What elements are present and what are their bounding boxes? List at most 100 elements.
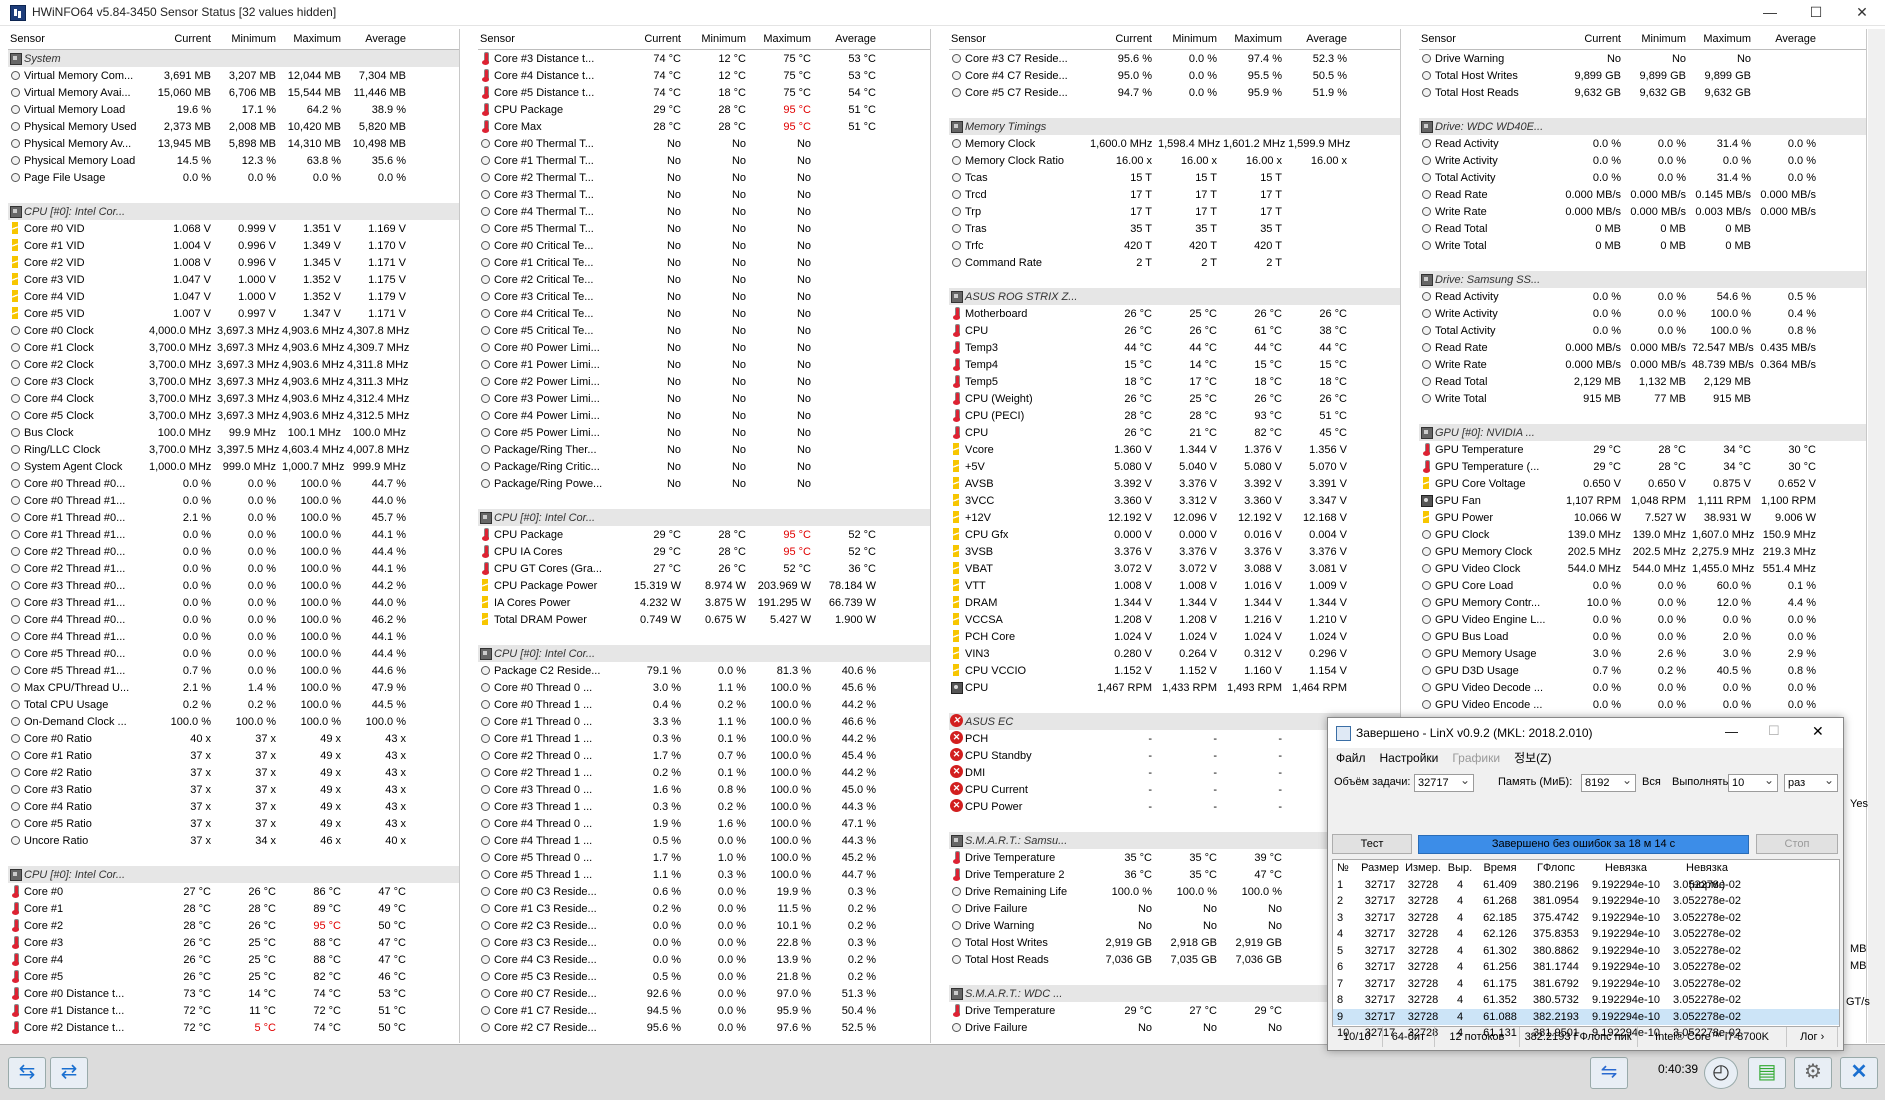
- column-header-average[interactable]: Average: [1288, 29, 1353, 49]
- results-row[interactable]: 2 32717 32728 4 61.268 381.0954 9.192294e-10 3.…: [1333, 893, 1839, 910]
- column-header-sensor[interactable]: Sensor: [478, 29, 619, 49]
- sensor-row[interactable]: Core #1 Clock 3,700.0 MHz 3,697.3 MHz 4,903…: [8, 339, 459, 356]
- column-header-maximum[interactable]: Maximum: [282, 29, 347, 49]
- sensor-row[interactable]: IA Cores Power 4.232 W 3.875 W 191.295 W 66.…: [478, 594, 930, 611]
- sensor-row[interactable]: Core Max 28 °C 28 °C 95 °C 51 °C: [478, 118, 930, 135]
- sensor-row[interactable]: GPU Core Load 0.0 % 0.0 % 60.0 % 0.1 %: [1419, 577, 1866, 594]
- sensor-group-header[interactable]: GPU [#0]: NVIDIA ...: [1419, 424, 1866, 441]
- sensor-row[interactable]: GPU Memory Contr... 10.0 % 0.0 % 12.0 % 4.4 …: [1419, 594, 1866, 611]
- sensor-row[interactable]: Core #2 28 °C 26 °C 95 °C 50 °C: [8, 917, 459, 934]
- sensor-row[interactable]: CPU Gfx 0.000 V 0.000 V 0.016 V 0.004 V: [949, 526, 1400, 543]
- sensor-row[interactable]: CPU (PECI) 28 °C 28 °C 93 °C 51 °C: [949, 407, 1400, 424]
- sensor-row[interactable]: Core #3 VID 1.047 V 1.000 V 1.352 V 1.175 V: [8, 271, 459, 288]
- test-button[interactable]: Тест: [1332, 834, 1412, 854]
- sensor-row[interactable]: Write Total 915 MB 77 MB 915 MB: [1419, 390, 1866, 407]
- sensor-row[interactable]: Core #0 Power Limi... No No No: [478, 339, 930, 356]
- sensor-row[interactable]: Core #0 Thermal T... No No No: [478, 135, 930, 152]
- sensor-row[interactable]: AVSB 3.392 V 3.376 V 3.392 V 3.391 V: [949, 475, 1400, 492]
- sensor-row[interactable]: Core #0 Distance t... 73 °C 14 °C 74 °C 53 °…: [8, 985, 459, 1002]
- sensor-row[interactable]: GPU Video Decode ... 0.0 % 0.0 % 0.0 % 0.0 %: [1419, 679, 1866, 696]
- sensor-row[interactable]: PCH Core 1.024 V 1.024 V 1.024 V 1.024 V: [949, 628, 1400, 645]
- settings-gear-icon[interactable]: ⚙: [1794, 1057, 1832, 1089]
- close-button[interactable]: ✕: [1839, 0, 1885, 25]
- sensor-row[interactable]: Core #5 Thermal T... No No No: [478, 220, 930, 237]
- sensor-row[interactable]: Package/Ring Ther... No No No: [478, 441, 930, 458]
- column-header-current[interactable]: Current: [149, 29, 217, 49]
- sensor-row[interactable]: Read Total 0 MB 0 MB 0 MB: [1419, 220, 1866, 237]
- sensor-row[interactable]: Core #2 Clock 3,700.0 MHz 3,697.3 MHz 4,903…: [8, 356, 459, 373]
- sensor-row[interactable]: Core #1 Power Limi... No No No: [478, 356, 930, 373]
- linx-close-button[interactable]: ✕: [1812, 723, 1824, 740]
- sensor-row[interactable]: CPU Package 29 °C 28 °C 95 °C 51 °C: [478, 101, 930, 118]
- sensor-row[interactable]: Core #3 Distance t... 74 °C 12 °C 75 °C 53 °…: [478, 50, 930, 67]
- sensor-row[interactable]: Core #2 Critical Te... No No No: [478, 271, 930, 288]
- column-header-average[interactable]: Average: [1757, 29, 1822, 49]
- sensor-row[interactable]: Ring/LLC Clock 3,700.0 MHz 3,397.5 MHz 4,60…: [8, 441, 459, 458]
- sensor-row[interactable]: Core #5 Critical Te... No No No: [478, 322, 930, 339]
- sensor-row[interactable]: Total CPU Usage 0.2 % 0.2 % 100.0 % 44.5 %: [8, 696, 459, 713]
- sensor-row[interactable]: Core #5 Distance t... 74 °C 18 °C 75 °C 54 °…: [478, 84, 930, 101]
- column-header-minimum[interactable]: Minimum: [217, 29, 282, 49]
- sensor-row[interactable]: Core #0 Thread #0... 0.0 % 0.0 % 100.0 % 44.…: [8, 475, 459, 492]
- minimize-button[interactable]: —: [1747, 0, 1793, 25]
- sensor-group-header[interactable]: System: [8, 50, 459, 67]
- sensor-row[interactable]: Virtual Memory Com... 3,691 MB 3,207 MB 12,…: [8, 67, 459, 84]
- sensor-row[interactable]: Core #1 Critical Te... No No No: [478, 254, 930, 271]
- sensor-row[interactable]: Core #5 Thread 0 ... 1.7 % 1.0 % 100.0 % 45.…: [478, 849, 930, 866]
- column-header-sensor[interactable]: Sensor: [1419, 29, 1560, 49]
- sensor-row[interactable]: Core #0 Thread #1... 0.0 % 0.0 % 100.0 % 44.…: [8, 492, 459, 509]
- sensor-group-header[interactable]: CPU [#0]: Intel Cor...: [478, 645, 930, 662]
- add-log-icon[interactable]: ▤: [1748, 1057, 1786, 1089]
- sensor-row[interactable]: Core #2 Thread 0 ... 1.7 % 0.7 % 100.0 % 45.…: [478, 747, 930, 764]
- sensor-row[interactable]: 3VSB 3.376 V 3.376 V 3.376 V 3.376 V: [949, 543, 1400, 560]
- sensor-row[interactable]: Core #2 C7 Reside... 95.6 % 0.0 % 97.6 % 52.…: [478, 1019, 930, 1036]
- sensor-row[interactable]: GPU Clock 139.0 MHz 139.0 MHz 1,607.0 MHz 15…: [1419, 526, 1866, 543]
- sensor-row[interactable]: VBAT 3.072 V 3.072 V 3.088 V 3.081 V: [949, 560, 1400, 577]
- sensor-row[interactable]: Core #3 C3 Reside... 0.0 % 0.0 % 22.8 % 0.3 …: [478, 934, 930, 951]
- results-row[interactable]: 3 32717 32728 4 62.185 375.4742 9.192294e-10 3.…: [1333, 910, 1839, 927]
- sensor-row[interactable]: Core #4 26 °C 25 °C 88 °C 47 °C: [8, 951, 459, 968]
- results-col-header[interactable]: Выр.: [1443, 860, 1473, 877]
- sensor-group-header[interactable]: CPU [#0]: Intel Cor...: [8, 203, 459, 220]
- sensor-row[interactable]: CPU GT Cores (Gra... 27 °C 26 °C 52 °C 36 °C: [478, 560, 930, 577]
- sensor-row[interactable]: Core #5 Thread #1... 0.7 % 0.0 % 100.0 % 44.…: [8, 662, 459, 679]
- sensor-row[interactable]: VCCSA 1.208 V 1.208 V 1.216 V 1.210 V: [949, 611, 1400, 628]
- memory-combo[interactable]: 8192: [1581, 772, 1636, 792]
- sensor-row[interactable]: Core #2 VID 1.008 V 0.996 V 1.345 V 1.171 V: [8, 254, 459, 271]
- sensor-row[interactable]: VTT 1.008 V 1.008 V 1.016 V 1.009 V: [949, 577, 1400, 594]
- sensor-row[interactable]: Core #4 Thread 0 ... 1.9 % 1.6 % 100.0 % 47.…: [478, 815, 930, 832]
- sensor-row[interactable]: Total Activity 0.0 % 0.0 % 31.4 % 0.0 %: [1419, 169, 1866, 186]
- sensor-row[interactable]: Temp5 18 °C 17 °C 18 °C 18 °C: [949, 373, 1400, 390]
- sensor-row[interactable]: GPU Bus Load 0.0 % 0.0 % 2.0 % 0.0 %: [1419, 628, 1866, 645]
- sensor-row[interactable]: CPU Package Power 15.319 W 8.974 W 203.969 …: [478, 577, 930, 594]
- sensor-row[interactable]: Core #3 Power Limi... No No No: [478, 390, 930, 407]
- runs-combo[interactable]: 10: [1728, 772, 1778, 792]
- sensor-row[interactable]: Max CPU/Thread U... 2.1 % 1.4 % 100.0 % 47.9…: [8, 679, 459, 696]
- sensor-row[interactable]: Read Rate 0.000 MB/s 0.000 MB/s 72.547 MB/s…: [1419, 339, 1866, 356]
- sensor-row[interactable]: Read Activity 0.0 % 0.0 % 31.4 % 0.0 %: [1419, 135, 1866, 152]
- sensor-row[interactable]: Write Activity 0.0 % 0.0 % 0.0 % 0.0 %: [1419, 152, 1866, 169]
- sensor-row[interactable]: Core #1 Thread 1 ... 0.3 % 0.1 % 100.0 % 44.…: [478, 730, 930, 747]
- sensor-row[interactable]: Core #3 Ratio 37 x 37 x 49 x 43 x: [8, 781, 459, 798]
- sensor-row[interactable]: Core #0 Clock 4,000.0 MHz 3,697.3 MHz 4,903…: [8, 322, 459, 339]
- results-col-header[interactable]: Невязка (норм.): [1663, 860, 1747, 891]
- sensor-row[interactable]: GPU Power 10.066 W 7.527 W 38.931 W 9.006 W: [1419, 509, 1866, 526]
- sensor-row[interactable]: Virtual Memory Avai... 15,060 MB 6,706 MB 1…: [8, 84, 459, 101]
- column-header-average[interactable]: Average: [817, 29, 882, 49]
- sensor-row[interactable]: Page File Usage 0.0 % 0.0 % 0.0 % 0.0 %: [8, 169, 459, 186]
- sensor-row[interactable]: Core #1 VID 1.004 V 0.996 V 1.349 V 1.170 V: [8, 237, 459, 254]
- results-row[interactable]: 7 32717 32728 4 61.175 381.6792 9.192294e-10 3.…: [1333, 976, 1839, 993]
- sensor-row[interactable]: Core #5 C7 Reside... 94.7 % 0.0 % 95.9 % 51.…: [949, 84, 1400, 101]
- sensor-row[interactable]: Trcd 17 T 17 T 17 T: [949, 186, 1400, 203]
- sensor-row[interactable]: Core #4 Critical Te... No No No: [478, 305, 930, 322]
- sensor-row[interactable]: Core #5 VID 1.007 V 0.997 V 1.347 V 1.171 V: [8, 305, 459, 322]
- results-col-header[interactable]: Измер.: [1399, 860, 1443, 877]
- sensor-row[interactable]: Physical Memory Av... 13,945 MB 5,898 MB 14…: [8, 135, 459, 152]
- linx-maximize-button[interactable]: ☐: [1768, 723, 1780, 739]
- sensor-row[interactable]: Core #5 Thread 1 ... 1.1 % 0.3 % 100.0 % 44.…: [478, 866, 930, 883]
- sensor-row[interactable]: Core #5 26 °C 25 °C 82 °C 46 °C: [8, 968, 459, 985]
- network-report-icon[interactable]: ⇋: [1590, 1057, 1628, 1089]
- sensor-row[interactable]: Core #4 C3 Reside... 0.0 % 0.0 % 13.9 % 0.2 …: [478, 951, 930, 968]
- sensor-row[interactable]: Command Rate 2 T 2 T 2 T: [949, 254, 1400, 271]
- results-row[interactable]: 9 32717 32728 4 61.088 382.2193 9.192294e-10 3.…: [1333, 1008, 1839, 1025]
